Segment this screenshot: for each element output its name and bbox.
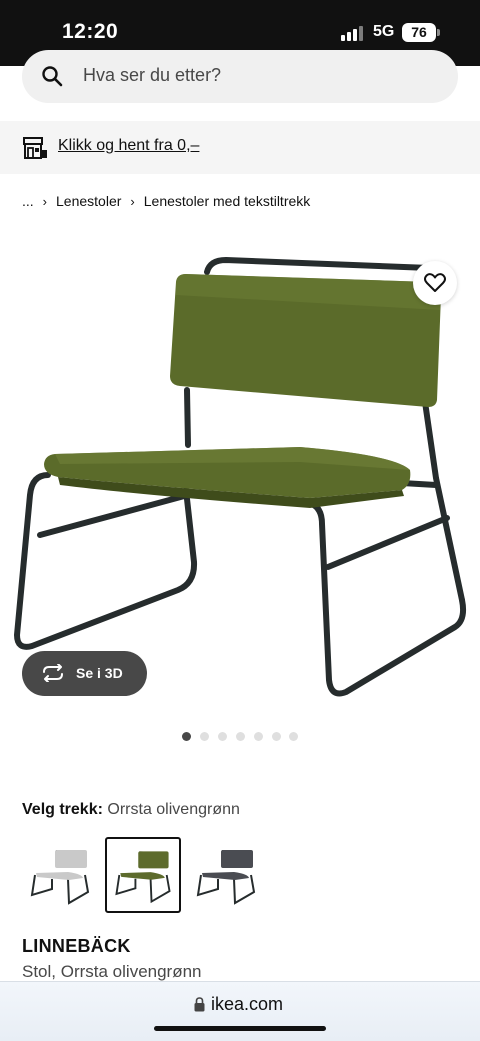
url-text[interactable]: ikea.com bbox=[211, 994, 283, 1015]
carousel-dot[interactable] bbox=[200, 732, 209, 741]
view-in-3d-button[interactable]: Se i 3D bbox=[22, 651, 147, 696]
battery-icon: 76 bbox=[402, 23, 436, 42]
carousel-dot[interactable] bbox=[254, 732, 263, 741]
chair-rear-stretcher-left bbox=[37, 492, 191, 538]
search-icon[interactable] bbox=[40, 64, 64, 88]
view-in-3d-label: Se i 3D bbox=[76, 665, 123, 681]
chair-back-post-right bbox=[422, 399, 465, 603]
variant-heading-label: Velg trekk: bbox=[22, 801, 103, 818]
breadcrumb-item-tekstiltrekk[interactable]: Lenestoler med tekstiltrekk bbox=[144, 193, 311, 209]
product-image[interactable] bbox=[0, 240, 480, 720]
carousel-dot[interactable] bbox=[182, 732, 191, 741]
carousel-dot[interactable] bbox=[289, 732, 298, 741]
carousel-dot[interactable] bbox=[218, 732, 227, 741]
chair-back-post-left bbox=[184, 387, 191, 448]
status-time: 12:20 bbox=[62, 20, 119, 43]
breadcrumb: ... › Lenestoler › Lenestoler med tekstiltre… bbox=[22, 192, 310, 212]
variant-selected-value: Orrsta olivengrønn bbox=[107, 801, 240, 818]
chair-thumbnail bbox=[196, 850, 256, 905]
chair-front-leg-right bbox=[302, 499, 467, 697]
battery-level: 76 bbox=[411, 24, 427, 40]
carousel-dot[interactable] bbox=[272, 732, 281, 741]
chevron-right-icon: › bbox=[42, 193, 48, 209]
variant-swatch-dark-grey[interactable] bbox=[188, 837, 264, 913]
breadcrumb-ellipsis[interactable]: ... bbox=[22, 193, 34, 209]
cellular-signal-icon bbox=[341, 25, 363, 41]
favorite-button[interactable] bbox=[413, 261, 457, 305]
chevron-right-icon: › bbox=[130, 193, 135, 209]
chair-thumbnail bbox=[115, 851, 171, 904]
click-and-collect-link[interactable]: Klikk og hent fra 0,– bbox=[58, 137, 199, 155]
variant-heading: Velg trekk: Orrsta olivengrønn bbox=[22, 801, 240, 819]
home-indicator[interactable] bbox=[154, 1026, 326, 1031]
chair-rear-stretcher-right bbox=[325, 515, 450, 570]
rotate-3d-icon bbox=[43, 664, 63, 682]
variant-swatch-olive-green[interactable] bbox=[105, 837, 181, 913]
network-type: 5G bbox=[373, 23, 395, 40]
breadcrumb-item-lenestoler[interactable]: Lenestoler bbox=[56, 193, 121, 209]
search-placeholder[interactable]: Hva ser du etter? bbox=[83, 65, 221, 86]
chair-thumbnail bbox=[30, 850, 90, 905]
store-icon bbox=[23, 137, 47, 159]
lock-icon bbox=[194, 997, 205, 1012]
carousel-dot[interactable] bbox=[236, 732, 245, 741]
product-description: Stol, Orrsta olivengrønn bbox=[22, 962, 202, 981]
product-name: LINNEBÄCK bbox=[22, 936, 131, 956]
chair-top-rail bbox=[204, 257, 433, 275]
battery-tip bbox=[437, 29, 440, 36]
heart-icon bbox=[424, 273, 446, 292]
variant-swatch-light-grey[interactable] bbox=[22, 837, 98, 913]
